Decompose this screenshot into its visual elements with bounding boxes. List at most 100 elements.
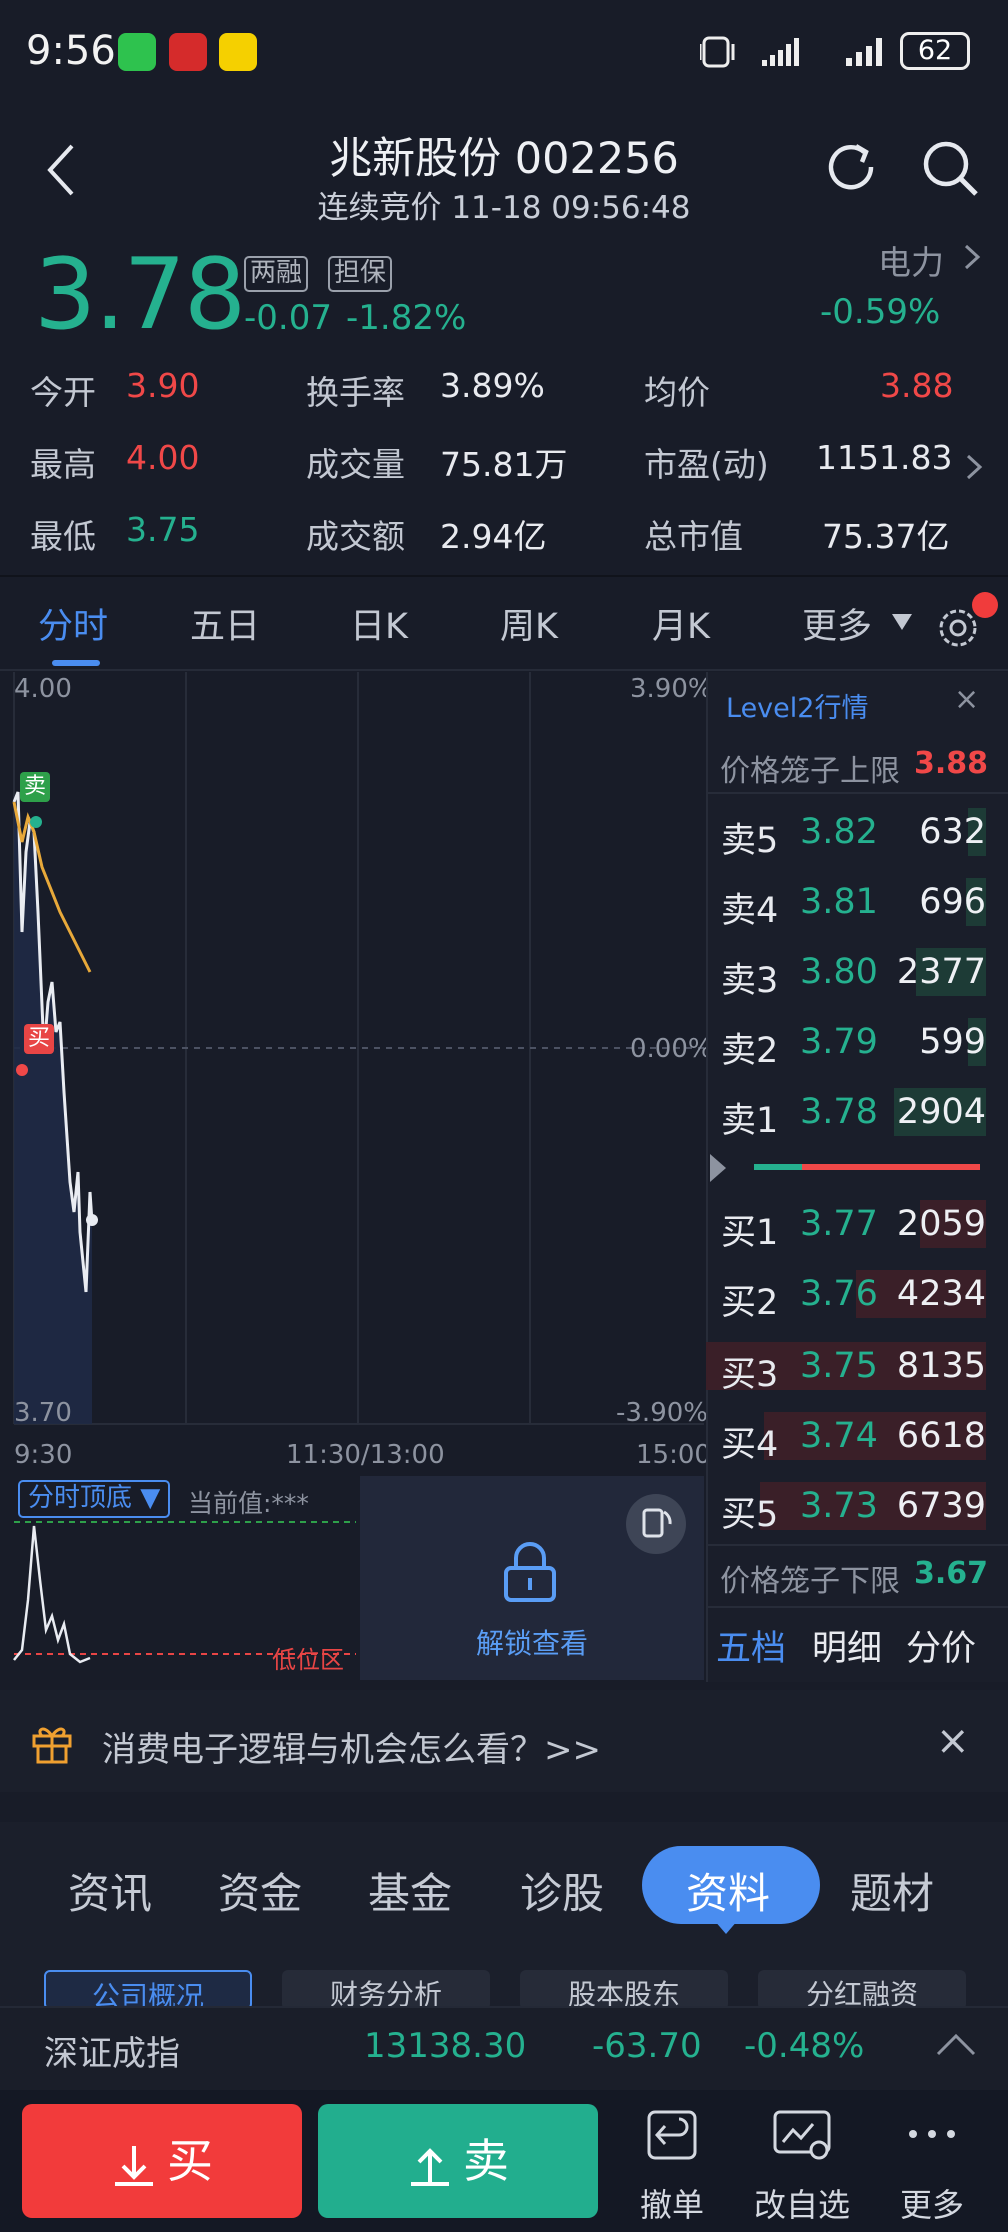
buy-arrow-icon <box>115 2145 153 2186</box>
upper-limit-label: 价格笼子上限 <box>720 754 900 789</box>
avg-value: 3.88 <box>880 366 954 405</box>
tab-profile[interactable]: 资料 <box>686 1860 770 1921</box>
cancel-order-icon <box>647 2110 697 2160</box>
subtab-dividends[interactable]: 分红融资 <box>758 1970 966 2010</box>
chevron-right-icon[interactable] <box>962 242 982 272</box>
ask-label: 卖4 <box>721 891 779 931</box>
battery-icon: 62 <box>900 32 970 70</box>
tab-daily-k[interactable]: 日K <box>350 598 408 649</box>
unlock-label[interactable]: 解锁查看 <box>476 1622 588 1662</box>
ask-row[interactable]: 卖4 3.81 696 <box>706 874 986 931</box>
bid-volume: 8135 <box>896 1346 986 1386</box>
tab-five-levels[interactable]: 五档 <box>716 1620 786 1671</box>
edit-watchlist-button[interactable]: 改自选 <box>752 2108 852 2226</box>
ask-label: 卖5 <box>721 821 779 861</box>
lock-icon[interactable] <box>500 1540 560 1604</box>
axis-price-top: 4.00 <box>14 674 72 704</box>
indicator-selector[interactable]: 分时顶底 ▼ <box>18 1480 171 1518</box>
amount-value: 2.94亿 <box>440 517 547 556</box>
promo-close-icon[interactable]: × <box>936 1718 970 1764</box>
edit-watchlist-icon <box>773 2110 831 2160</box>
bid-price: 3.73 <box>800 1486 878 1526</box>
ask-row[interactable]: 卖1 3.78 2904 <box>706 1084 986 1141</box>
level2-title[interactable]: Level2行情 <box>726 686 868 725</box>
bid-row[interactable]: 买5 3.73 6739 <box>706 1478 986 1535</box>
promo-text[interactable]: 消费电子逻辑与机会怎么看？>> <box>102 1722 601 1771</box>
dropdown-icon[interactable] <box>890 612 914 632</box>
sell-marker[interactable]: 卖 <box>20 772 50 802</box>
bid-row[interactable]: 买1 3.77 2059 <box>706 1196 986 1253</box>
sell-button[interactable]: 卖 <box>318 2104 598 2218</box>
tab-weekly-k[interactable]: 周K <box>500 598 558 649</box>
high-value: 4.00 <box>126 438 200 477</box>
avg-label: 均价 <box>644 373 710 412</box>
index-change: -63.70 <box>592 2026 702 2066</box>
ask-label: 卖3 <box>721 961 779 1001</box>
ask-price: 3.78 <box>800 1092 878 1132</box>
ask-row[interactable]: 卖3 3.80 2377 <box>706 944 986 1001</box>
bid-row[interactable]: 买2 3.76 4234 <box>706 1266 986 1323</box>
buy-button[interactable]: 买 <box>22 2104 302 2218</box>
bid-label: 买2 <box>721 1283 779 1323</box>
open-label: 今开 <box>30 373 96 412</box>
ask-volume: 2904 <box>896 1092 986 1132</box>
subtab-company[interactable]: 公司概况 <box>44 1970 252 2010</box>
axis-pct-mid: 0.00% <box>630 1034 713 1064</box>
rotate-screen-icon[interactable] <box>626 1494 686 1554</box>
low-label: 最低 <box>30 517 96 556</box>
tab-news[interactable]: 资讯 <box>68 1860 152 1921</box>
tab-monthly-k[interactable]: 月K <box>652 598 710 649</box>
tab-funds-flow[interactable]: 资金 <box>218 1860 302 1921</box>
margin-tag[interactable]: 两融 <box>244 256 309 292</box>
bid-row[interactable]: 买3 3.75 8135 <box>706 1338 986 1395</box>
tab-details[interactable]: 明细 <box>812 1620 882 1671</box>
price-change-pct: -1.82% <box>346 298 467 338</box>
turnover-label: 换手率 <box>306 373 405 412</box>
status-bar: 9:56 62 <box>0 0 1008 110</box>
sector-change: -0.59% <box>820 292 941 332</box>
more-button[interactable]: 更多 <box>882 2108 982 2226</box>
divider <box>706 1544 1008 1546</box>
collateral-tag[interactable]: 担保 <box>328 256 393 292</box>
subtab-shareholders[interactable]: 股本股东 <box>520 1970 728 2010</box>
bid-label: 买1 <box>721 1213 779 1253</box>
edit-watchlist-label: 改自选 <box>753 2186 850 2224</box>
chevron-up-icon[interactable] <box>934 2030 978 2058</box>
tab-intraday[interactable]: 分时 <box>38 598 108 649</box>
bid-volume: 6739 <box>896 1486 986 1526</box>
tab-five-day[interactable]: 五日 <box>190 598 260 649</box>
current-price: 3.78 <box>34 238 246 352</box>
ask-price: 3.80 <box>800 952 878 992</box>
bid-row[interactable]: 买4 3.74 6618 <box>706 1408 986 1465</box>
buy-label: 买 <box>167 2134 213 2188</box>
bid-volume: 6618 <box>896 1416 986 1456</box>
cancel-order-label: 撤单 <box>639 2186 704 2224</box>
ask-strength-bar <box>754 1164 802 1170</box>
wechat-icon <box>118 33 156 71</box>
level2-close-icon[interactable]: × <box>954 682 979 717</box>
volume-label: 成交量 <box>306 445 405 484</box>
subtab-financials[interactable]: 财务分析 <box>282 1970 490 2010</box>
bid-label: 买5 <box>721 1495 779 1535</box>
stats-expand-icon[interactable] <box>964 452 984 482</box>
tab-diagnosis[interactable]: 诊股 <box>520 1860 604 1921</box>
search-icon[interactable] <box>920 138 980 198</box>
tab-price-dist[interactable]: 分价 <box>906 1620 976 1671</box>
ask-row[interactable]: 卖2 3.79 599 <box>706 1014 986 1071</box>
intraday-chart[interactable] <box>0 672 704 1472</box>
bid-volume: 4234 <box>896 1274 986 1314</box>
high-label: 最高 <box>30 445 96 484</box>
expand-arrow-icon[interactable] <box>706 1150 730 1186</box>
sector-name[interactable]: 电力 <box>878 236 944 284</box>
cancel-order-button[interactable]: 撤单 <box>622 2108 722 2226</box>
tab-fund[interactable]: 基金 <box>368 1860 452 1921</box>
ask-row[interactable]: 卖5 3.82 632 <box>706 804 986 861</box>
sell-arrow-icon <box>411 2147 449 2186</box>
pill-pointer <box>714 1920 738 1934</box>
tab-more[interactable]: 更多 <box>802 598 872 649</box>
bid-price: 3.77 <box>800 1204 878 1244</box>
buy-marker[interactable]: 买 <box>24 1024 54 1054</box>
tab-theme[interactable]: 题材 <box>850 1860 934 1921</box>
refresh-icon[interactable] <box>822 138 880 196</box>
low-value: 3.75 <box>126 510 200 549</box>
